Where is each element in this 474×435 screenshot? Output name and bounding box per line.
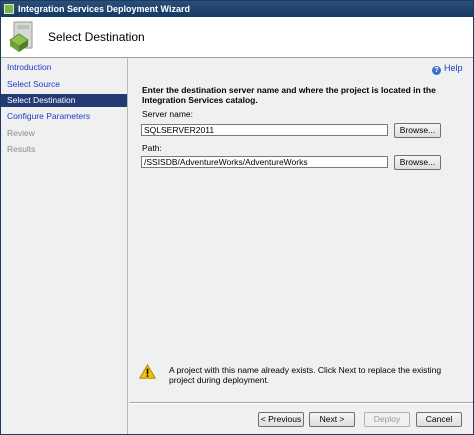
- server-browse-button[interactable]: Browse...: [394, 123, 441, 138]
- help-link[interactable]: ? Help: [432, 63, 463, 75]
- wizard-step-sidebar: Introduction Select Source Select Destin…: [1, 58, 128, 434]
- wizard-app-icon: [4, 4, 14, 14]
- help-label: Help: [444, 63, 463, 73]
- instructions-text: Enter the destination server name and wh…: [142, 85, 436, 105]
- server-name-input[interactable]: [141, 124, 388, 136]
- previous-button[interactable]: < Previous: [258, 412, 304, 427]
- sidebar-item-select-destination[interactable]: Select Destination: [1, 94, 127, 107]
- cancel-button[interactable]: Cancel: [416, 412, 462, 427]
- warning-message: A project with this name already exists.…: [169, 365, 442, 385]
- path-input[interactable]: [141, 156, 388, 168]
- page-title: Select Destination: [48, 30, 145, 44]
- wizard-window: Integration Services Deployment Wizard S…: [0, 0, 474, 435]
- deploy-button: Deploy: [364, 412, 410, 427]
- sidebar-item-results: Results: [7, 144, 36, 154]
- path-label: Path:: [142, 143, 162, 153]
- window-title: Integration Services Deployment Wizard: [18, 4, 190, 14]
- path-browse-button[interactable]: Browse...: [394, 155, 441, 170]
- warning-icon: [139, 364, 156, 379]
- sidebar-item-select-source[interactable]: Select Source: [1, 78, 127, 91]
- help-icon: ?: [432, 66, 441, 75]
- deployment-wizard-icon: [9, 21, 33, 52]
- footer-divider: [129, 402, 473, 404]
- sidebar-item-configure-parameters[interactable]: Configure Parameters: [1, 110, 127, 123]
- wizard-header: Select Destination: [1, 17, 473, 58]
- next-button[interactable]: Next >: [309, 412, 355, 427]
- server-name-label: Server name:: [142, 109, 194, 119]
- sidebar-item-review: Review: [7, 128, 35, 138]
- sidebar-item-introduction[interactable]: Introduction: [1, 61, 127, 74]
- title-bar[interactable]: Integration Services Deployment Wizard: [1, 1, 473, 17]
